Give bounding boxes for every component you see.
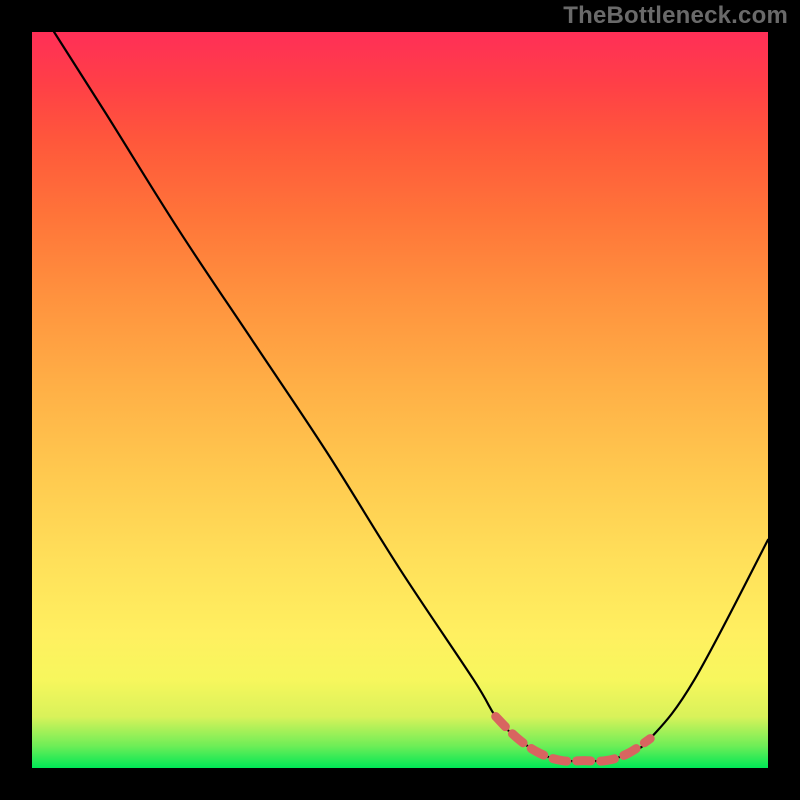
bottleneck-curve [54, 32, 768, 761]
optimal-zone-curve [496, 717, 651, 762]
plot-area [32, 32, 768, 768]
chart-container: TheBottleneck.com [0, 0, 800, 800]
watermark-text: TheBottleneck.com [563, 2, 788, 30]
curve-svg [32, 32, 768, 768]
